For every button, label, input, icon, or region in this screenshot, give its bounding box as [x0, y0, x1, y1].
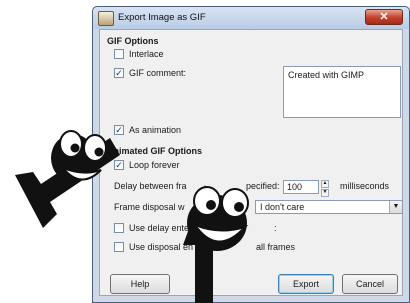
gimp-app-icon [98, 11, 114, 26]
close-button[interactable]: ✕ [365, 9, 403, 25]
as-animation-label: As animation [129, 125, 182, 135]
window-title: Export Image as GIF [118, 12, 206, 23]
gif-comment-textarea[interactable]: Created with GIMP [283, 66, 401, 118]
arrow-mascot-left [15, 130, 120, 228]
frame-disposal-select[interactable]: I don't care ▼ [255, 200, 403, 214]
interlace-checkbox[interactable] [114, 49, 124, 59]
delay-input[interactable]: 100 [283, 180, 319, 194]
export-button[interactable]: Export [278, 274, 334, 294]
title-bar[interactable]: Export Image as GIF ✕ [93, 7, 409, 29]
chevron-down-icon[interactable]: ▼ [389, 201, 402, 213]
spin-down-icon[interactable]: ▼ [321, 189, 329, 197]
gif-comment-label: GIF comment: [129, 68, 187, 78]
gif-options-heading: GIF Options [107, 36, 159, 46]
cancel-button[interactable]: Cancel [342, 274, 398, 294]
gif-comment-checkbox[interactable]: ✓ [114, 68, 124, 78]
help-button[interactable]: Help [110, 274, 170, 294]
use-disposal-checkbox[interactable] [114, 242, 124, 252]
interlace-label: Interlace [129, 49, 164, 59]
arrow-mascot-right [183, 185, 249, 303]
delay-spin-buttons[interactable]: ▲ ▼ [321, 180, 329, 197]
delay-unit-label: milliseconds [340, 181, 390, 191]
spin-up-icon[interactable]: ▲ [321, 180, 329, 188]
